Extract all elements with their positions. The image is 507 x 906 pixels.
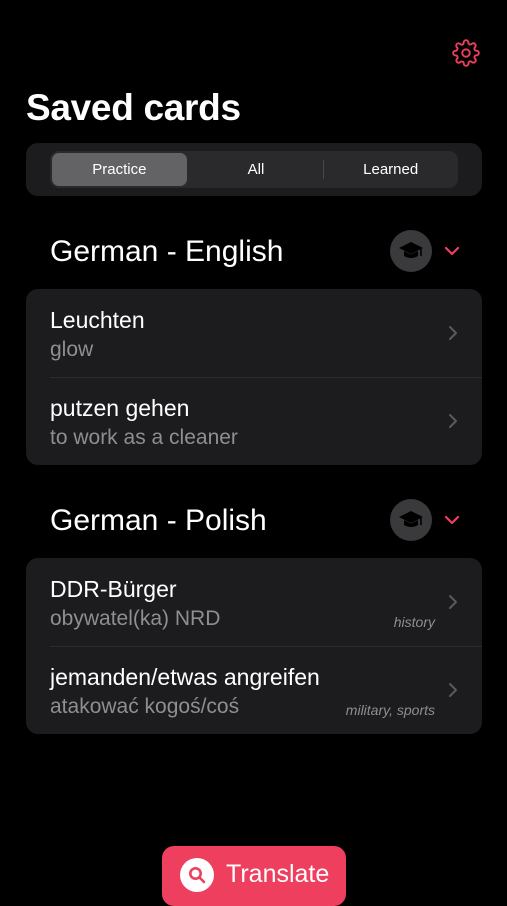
card-translation: obywatel(ka) NRD [50, 607, 221, 630]
card-list-german-english: Leuchten glow putzen gehen to work as a … [26, 289, 482, 465]
chevron-right-icon [449, 414, 457, 428]
card-translation: atakować kogoś/coś [50, 695, 240, 718]
graduation-cap-icon [399, 511, 423, 527]
group-header-german-polish: German - Polish [50, 499, 482, 543]
tab-all[interactable]: All [189, 151, 324, 188]
card-row[interactable]: putzen gehen to work as a cleaner [26, 377, 482, 465]
settings-button[interactable] [449, 36, 483, 70]
graduation-cap-icon [399, 242, 423, 258]
group-header-german-english: German - English [50, 230, 482, 274]
chevron-right-icon [449, 326, 457, 340]
chevron-right-icon [449, 595, 457, 609]
tab-practice[interactable]: Practice [52, 153, 187, 186]
card-row[interactable]: Leuchten glow [26, 289, 482, 377]
practice-group-button[interactable] [390, 230, 432, 272]
group-title: German - Polish [50, 504, 267, 537]
gear-icon [452, 39, 480, 67]
practice-group-button[interactable] [390, 499, 432, 541]
segmented-control: Practice All Learned [50, 151, 458, 188]
card-translation: glow [50, 338, 94, 361]
card-word: jemanden/etwas angreifen [50, 664, 320, 690]
card-list-german-polish: DDR-Bürger obywatel(ka) NRD history jema… [26, 558, 482, 734]
chevron-right-icon [449, 683, 457, 697]
chevron-down-icon [444, 515, 460, 525]
card-word: Leuchten [50, 307, 145, 333]
card-row[interactable]: jemanden/etwas angreifen atakować kogoś/… [26, 646, 482, 734]
chevron-down-icon [444, 246, 460, 256]
card-tag: history [393, 614, 435, 630]
translate-button[interactable]: Translate [162, 846, 346, 906]
search-icon-badge [180, 858, 214, 892]
collapse-group-button[interactable] [442, 510, 462, 530]
page-title: Saved cards [26, 87, 241, 128]
card-word: DDR-Bürger [50, 576, 177, 602]
collapse-group-button[interactable] [442, 241, 462, 261]
filter-bar: Practice All Learned [26, 143, 482, 196]
translate-button-label: Translate [226, 860, 330, 888]
search-icon [189, 867, 206, 884]
card-row[interactable]: DDR-Bürger obywatel(ka) NRD history [26, 558, 482, 646]
card-word: putzen gehen [50, 395, 190, 421]
tab-learned[interactable]: Learned [323, 151, 458, 188]
card-translation: to work as a cleaner [50, 426, 238, 449]
card-tag: military, sports [345, 702, 435, 718]
group-title: German - English [50, 235, 284, 268]
